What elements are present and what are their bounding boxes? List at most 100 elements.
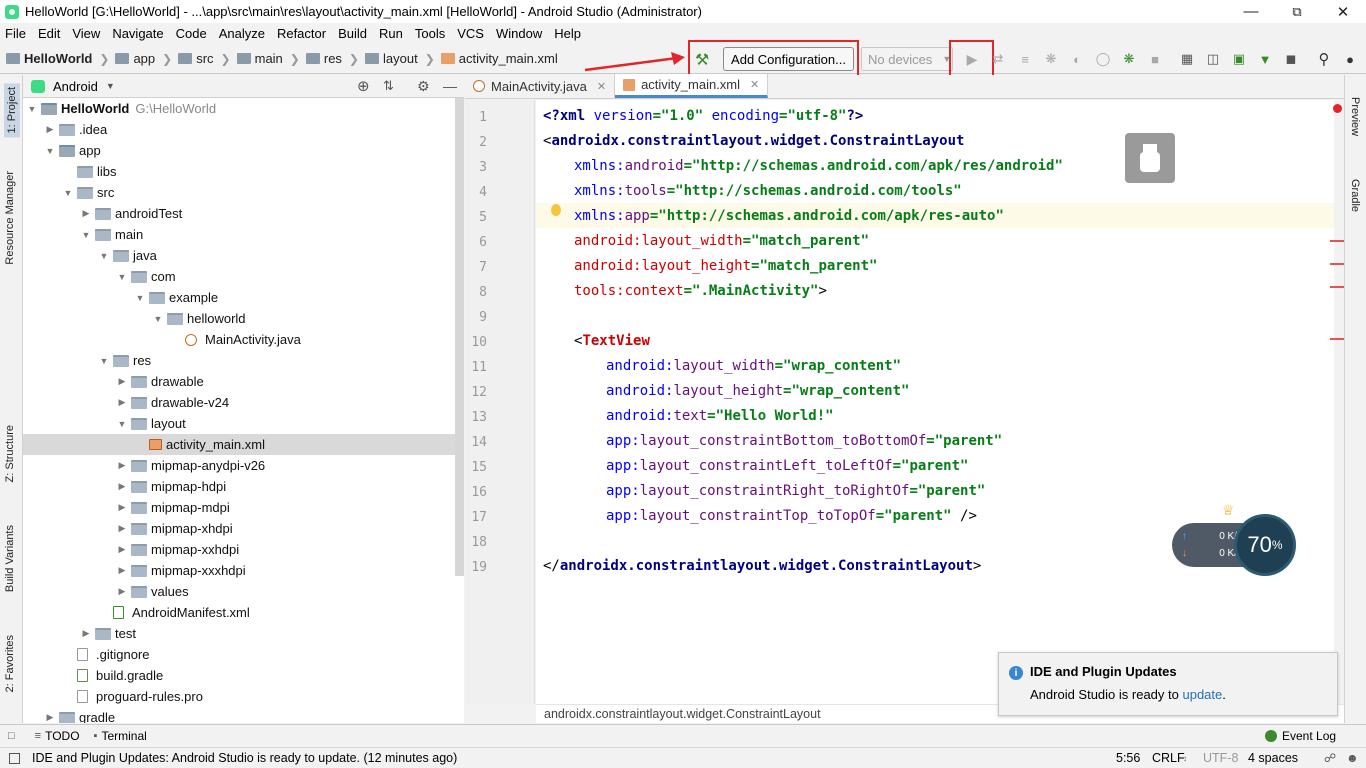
tab-preview[interactable]: Preview [1349, 97, 1361, 136]
run-icon[interactable]: ▶ [963, 50, 981, 68]
breadcrumb-res[interactable]: res ❯ [300, 51, 359, 66]
menu-window[interactable]: Window [496, 26, 542, 41]
tree-item-src[interactable]: ▼ src [23, 182, 464, 203]
line-separator[interactable]: CRLF [1152, 751, 1185, 765]
apply-changes-icon[interactable]: ⇄ [989, 50, 1007, 68]
tree-item-androidtest[interactable]: ▶ androidTest [23, 203, 464, 224]
error-stripe-mark[interactable] [1330, 240, 1344, 242]
search-icon[interactable]: ⚲ [1315, 50, 1333, 68]
tab-gradle[interactable]: Gradle [1349, 179, 1361, 212]
tree-item-mipmap-xxxhdpi[interactable]: ▶ mipmap-xxxhdpi [23, 560, 464, 581]
collapse-all-icon[interactable]: ⇅ [383, 78, 394, 94]
stop-icon[interactable]: ■ [1146, 50, 1164, 68]
menu-tools[interactable]: Tools [415, 26, 445, 41]
project-tree-scrollbar[interactable] [455, 98, 464, 576]
error-stripe-mark[interactable] [1330, 338, 1344, 340]
tab-project[interactable]: 1: Project [4, 83, 20, 138]
attach-debugger-icon[interactable]: ◯ [1094, 50, 1112, 68]
menu-vcs[interactable]: VCS [457, 26, 484, 41]
caret-position[interactable]: 5:56 [1116, 751, 1140, 765]
breadcrumb-layout[interactable]: layout ❯ [359, 51, 435, 66]
hide-panel-icon[interactable]: — [443, 78, 457, 94]
status-message[interactable]: IDE and Plugin Updates: Android Studio i… [32, 751, 457, 765]
tree-item-test[interactable]: ▶ test [23, 623, 464, 644]
tree-item-manifest[interactable]: AndroidManifest.xml [23, 602, 464, 623]
tab-favorites[interactable]: 2: Favorites [4, 635, 16, 692]
update-link[interactable]: update [1182, 687, 1222, 702]
close-icon[interactable]: ✕ [750, 78, 759, 91]
menu-edit[interactable]: Edit [38, 26, 60, 41]
chevron-down-icon[interactable]: ▼ [106, 81, 115, 91]
tree-item-libs[interactable]: libs [23, 161, 464, 182]
project-structure-icon[interactable]: ▦ [1178, 50, 1196, 68]
debug-icon[interactable]: ❋ [1042, 50, 1060, 68]
tab-terminal[interactable]: Terminal [101, 729, 146, 743]
tree-item-layout[interactable]: ▼ layout [23, 413, 464, 434]
menu-analyze[interactable]: Analyze [219, 26, 265, 41]
minimize-button[interactable]: — [1228, 0, 1274, 23]
gear-icon[interactable]: ⚙ [417, 78, 430, 95]
tree-item-mipmap-xhdpi[interactable]: ▶ mipmap-xhdpi [23, 518, 464, 539]
menu-help[interactable]: Help [554, 26, 581, 41]
menu-file[interactable]: File [5, 26, 26, 41]
close-button[interactable]: ✕ [1320, 0, 1366, 23]
menu-refactor[interactable]: Refactor [277, 26, 326, 41]
file-encoding[interactable]: UTF-8 [1203, 751, 1238, 765]
intention-bulb-icon[interactable] [551, 204, 561, 216]
menu-navigate[interactable]: Navigate [112, 26, 163, 41]
breadcrumb-main[interactable]: main ❯ [231, 51, 300, 66]
breadcrumb-helloworld[interactable]: HelloWorld ❯ [0, 51, 109, 66]
tree-item-gitignore[interactable]: .gitignore [23, 644, 464, 665]
error-indicator-icon[interactable] [1333, 104, 1342, 113]
sdk-manager-icon[interactable]: ▼ [1256, 50, 1274, 68]
tree-item-res[interactable]: ▼ res [23, 350, 464, 371]
tab-mainactivity-java[interactable]: MainActivity.java ✕ [465, 74, 616, 98]
restore-button[interactable]: ⧉ [1274, 0, 1320, 23]
tree-item-proguard[interactable]: proguard-rules.pro [23, 686, 464, 707]
tree-item-helloworld[interactable]: ▼ HelloWorld G:\HelloWorld [23, 98, 464, 119]
account-icon[interactable]: ● [1341, 50, 1359, 68]
tab-event-log[interactable]: Event Log [1282, 729, 1336, 743]
tree-item-mipmap-anydpi-v26[interactable]: ▶ mipmap-anydpi-v26 [23, 455, 464, 476]
tree-item-mainactivity[interactable]: MainActivity.java [23, 329, 464, 350]
error-stripe-mark[interactable] [1330, 263, 1344, 265]
tree-item-values[interactable]: ▶ values [23, 581, 464, 602]
breadcrumb-activity-main[interactable]: activity_main.xml [435, 51, 558, 66]
apply-code-changes-icon[interactable]: ≡ [1016, 50, 1034, 68]
build-hammer-icon[interactable]: ⚒ [695, 50, 709, 70]
menu-view[interactable]: View [72, 26, 100, 41]
layout-inspector-icon[interactable]: ◼ [1282, 50, 1300, 68]
tab-build-variants[interactable]: Build Variants [4, 525, 16, 592]
sync-gradle-icon[interactable]: ◫ [1204, 50, 1222, 68]
error-stripe-mark[interactable] [1330, 286, 1344, 288]
status-toggle-icon[interactable] [9, 752, 20, 764]
tree-item-com[interactable]: ▼ com [23, 266, 464, 287]
inspector-icon[interactable]: ☻ [1346, 751, 1359, 765]
tree-item-build-gradle[interactable]: build.gradle [23, 665, 464, 686]
project-view-selector[interactable]: Android [53, 79, 98, 94]
menu-build[interactable]: Build [338, 26, 367, 41]
tree-item-example[interactable]: ▼ example [23, 287, 464, 308]
device-selector[interactable]: No devices ▼ [861, 47, 953, 71]
tab-resource-manager[interactable]: Resource Manager [4, 171, 16, 265]
tab-structure[interactable]: Z: Structure [4, 425, 16, 482]
breadcrumb-src[interactable]: src ❯ [172, 51, 231, 66]
toggle-tool-windows-icon[interactable]: □ [8, 730, 15, 742]
profile-icon[interactable]: ◐ [1068, 50, 1086, 68]
tree-item-gradle[interactable]: ▶ gradle [23, 707, 464, 723]
menu-run[interactable]: Run [379, 26, 403, 41]
tree-item-helloworld-pkg[interactable]: ▼ helloworld [23, 308, 464, 329]
locate-file-icon[interactable]: ⊕ [357, 77, 370, 95]
tree-item-activity-main-xml[interactable]: activity_main.xml [23, 434, 464, 455]
tree-item-mipmap-hdpi[interactable]: ▶ mipmap-hdpi [23, 476, 464, 497]
tree-item-mipmap-xxhdpi[interactable]: ▶ mipmap-xxhdpi [23, 539, 464, 560]
tree-item-drawable[interactable]: ▶ drawable [23, 371, 464, 392]
attach-process-icon[interactable]: ❋ [1120, 50, 1138, 68]
tree-item-drawable-v24[interactable]: ▶ drawable-v24 [23, 392, 464, 413]
tree-item-main[interactable]: ▼ main [23, 224, 464, 245]
close-icon[interactable]: ✕ [597, 80, 606, 93]
menu-code[interactable]: Code [176, 26, 207, 41]
tree-item-mipmap-mdpi[interactable]: ▶ mipmap-mdpi [23, 497, 464, 518]
add-configuration-button[interactable]: Add Configuration... [723, 47, 854, 71]
tree-item-idea[interactable]: ▶ .idea [23, 119, 464, 140]
